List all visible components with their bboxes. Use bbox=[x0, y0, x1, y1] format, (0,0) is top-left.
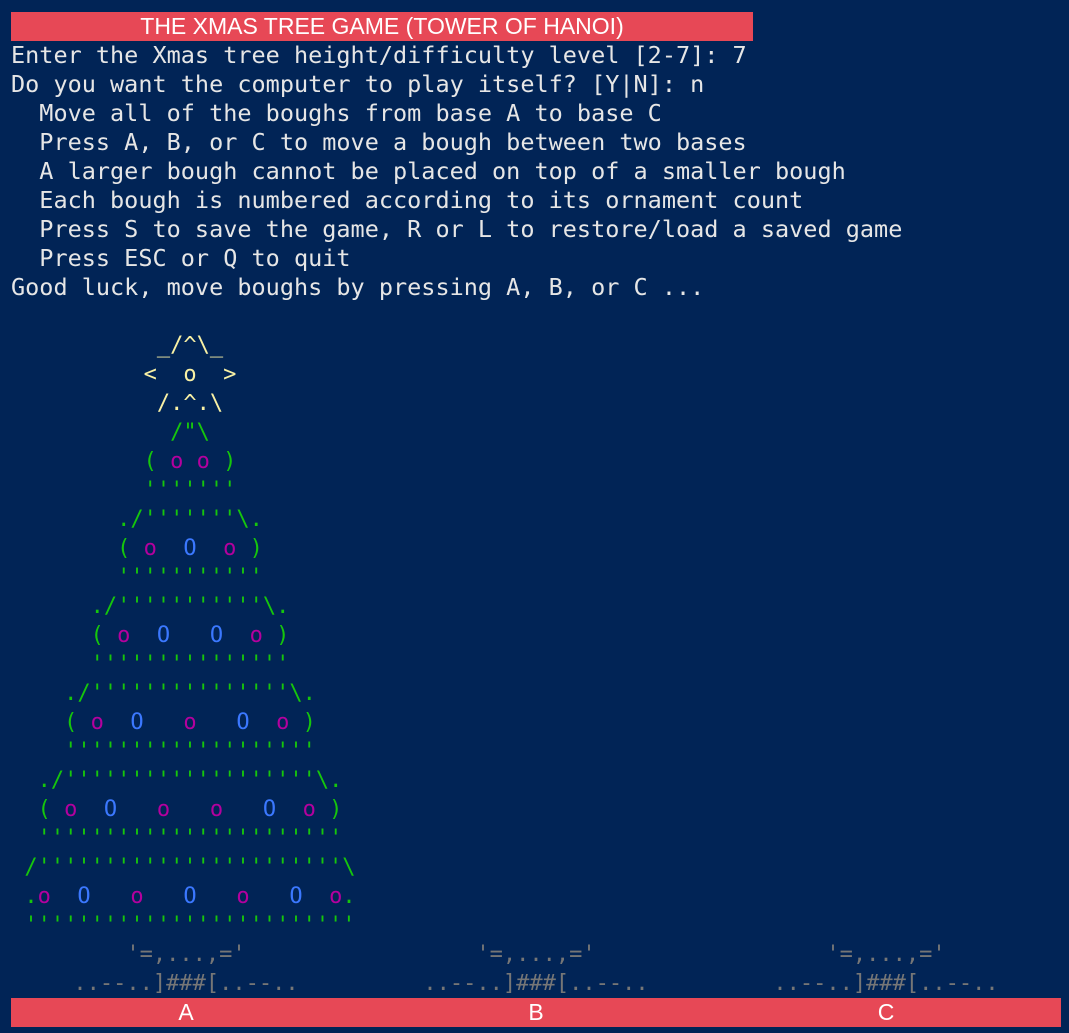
base-c-bottom: ..--..]###[..--.. bbox=[773, 971, 999, 996]
instruction-line: Move all of the boughs from base A to ba… bbox=[11, 99, 662, 127]
bough-4-bottom: ''''''''''''''''''' bbox=[64, 739, 316, 764]
base-label-bar: A B C bbox=[11, 998, 1061, 1027]
bough-6-top: /'''''''''''''''''''''''\ bbox=[24, 855, 356, 880]
bough-4-top: ./'''''''''''''''\. bbox=[64, 681, 316, 706]
bough-6-ornaments: .o O o O o O o. bbox=[24, 884, 356, 909]
bough-3-ornaments: ( o O O o ) bbox=[90, 623, 290, 648]
instruction-line: A larger bough cannot be placed on top o… bbox=[11, 157, 846, 185]
height-prompt: Enter the Xmas tree height/difficulty le… bbox=[11, 41, 747, 69]
base-a-bottom: ..--..]###[..--.. bbox=[73, 971, 299, 996]
bough-3-top: ./'''''''''''\. bbox=[90, 594, 290, 619]
instruction-line: Each bough is numbered according to its … bbox=[11, 186, 804, 214]
autoplay-prompt: Do you want the computer to play itself?… bbox=[11, 70, 705, 98]
base-a-label[interactable]: A bbox=[136, 998, 236, 1027]
bough-2-bottom: ''''''''''' bbox=[117, 565, 263, 590]
bough-3-bottom: ''''''''''''''' bbox=[90, 652, 290, 677]
status-line: Good luck, move boughs by pressing A, B,… bbox=[11, 273, 705, 301]
instruction-line: Press ESC or Q to quit bbox=[11, 244, 351, 272]
tree-star-top: _/^\_ bbox=[156, 333, 224, 358]
tree-star-middle: < o > bbox=[143, 362, 237, 387]
base-b-bottom: ..--..]###[..--.. bbox=[423, 971, 649, 996]
bough-4-ornaments: ( o O o O o ) bbox=[64, 710, 316, 735]
game-title: THE XMAS TREE GAME (TOWER OF HANOI) bbox=[140, 13, 624, 39]
tree-star-bottom: /.^.\ bbox=[156, 391, 224, 416]
bough-5-bottom: ''''''''''''''''''''''' bbox=[37, 826, 343, 851]
bough-1-top: /"\ bbox=[170, 420, 210, 445]
base-b-label[interactable]: B bbox=[486, 998, 586, 1027]
bough-5-top: ./'''''''''''''''''''\. bbox=[37, 768, 343, 793]
instruction-line: Press S to save the game, R or L to rest… bbox=[11, 215, 903, 243]
bough-2-ornaments: ( o O o ) bbox=[117, 536, 263, 561]
bough-2-top: ./'''''''\. bbox=[117, 507, 263, 532]
bough-1-bottom: ''''''' bbox=[143, 478, 237, 503]
bough-6-bottom: ''''''''''''''''''''''''' bbox=[24, 913, 356, 938]
base-c-label[interactable]: C bbox=[836, 998, 936, 1027]
base-a-top: '=,...,=' bbox=[126, 942, 246, 967]
bough-5-ornaments: ( o O o o O o ) bbox=[37, 797, 343, 822]
base-b-top: '=,...,=' bbox=[476, 942, 596, 967]
base-c-top: '=,...,=' bbox=[826, 942, 946, 967]
game-title-bar: THE XMAS TREE GAME (TOWER OF HANOI) bbox=[11, 12, 753, 41]
bough-1-ornaments: ( o o ) bbox=[143, 449, 237, 474]
instruction-line: Press A, B, or C to move a bough between… bbox=[11, 128, 747, 156]
